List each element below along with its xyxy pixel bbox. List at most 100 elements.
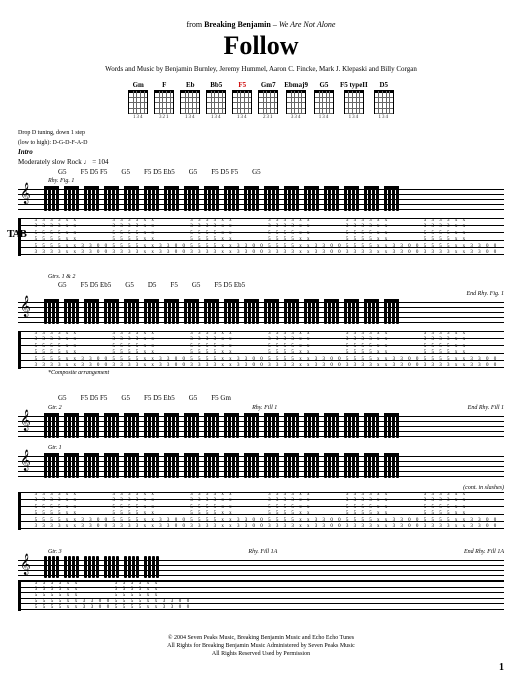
end-rhy-fig-1: End Rhy. Fig. 1: [48, 291, 504, 297]
page-number: 1: [18, 662, 504, 673]
rhy-fill-1a-end: End Rhy. Fill 1A: [464, 549, 504, 555]
notation-staff-3b: 𝄞: [18, 452, 504, 482]
tab-staff-2: 335553335553335553335553xxxxxxxxxxxx3333…: [18, 331, 504, 369]
fretboard-icon: 134: [206, 90, 226, 114]
tab-label: TAB: [7, 228, 26, 240]
notation-staff-4: 𝄞: [18, 556, 504, 578]
copyright-line-2: All Rights for Breaking Benjamin Music A…: [18, 643, 504, 651]
chord-diagram: Ebmaj9334: [284, 81, 308, 114]
chord-diagram: Gm7231: [258, 81, 278, 114]
tab-numbers-4: 335553335553335553335553xxxxxxxxxxxx3333…: [33, 581, 500, 611]
from-prefix: from: [187, 20, 203, 29]
chord-diagram: Gm134: [128, 81, 148, 114]
rhy-markers-4: Gtr. 3 Rhy. Fill 1A End Rhy. Fill 1A: [18, 548, 504, 556]
gtr3-lbl: Gtr. 3: [48, 549, 62, 555]
chord-symbol: G5: [252, 168, 261, 176]
chord-name: Ebmaj9: [284, 81, 308, 89]
chord-diagram: Bb5134: [206, 81, 226, 114]
chord-diagram: F5 typeII134: [340, 81, 368, 114]
fingering: 134: [129, 115, 147, 120]
chord-symbol: G5: [192, 281, 201, 289]
cont-slashes: (cont. in slashes): [48, 485, 504, 491]
chord-symbol: G5: [189, 168, 198, 176]
rhy-fill-1-end: End Rhy. Fill 1: [468, 405, 504, 411]
tab-numbers-3: 335553335553335553335553xxxxxxxxxxxx3333…: [33, 492, 500, 530]
chord-name: D5: [379, 81, 388, 89]
chord-name: Eb: [186, 81, 195, 89]
song-title: Follow: [18, 31, 504, 61]
chord-symbol: G5: [121, 168, 130, 176]
copyright-line-1: © 2004 Seven Peaks Music, Breaking Benja…: [18, 635, 504, 643]
album-name: We Are Not Alone: [279, 20, 336, 29]
tab-staff-3: 335553335553335553335553xxxxxxxxxxxx3333…: [18, 492, 504, 530]
gtr1-lbl: Gtr. 1: [48, 445, 504, 451]
tab-staff-1: TAB 335553335553335553335553xxxxxxxxxxxx…: [18, 218, 504, 256]
chord-symbol: G5: [189, 394, 198, 402]
fingering: 134: [207, 115, 225, 120]
chord-symbol: G5: [58, 168, 67, 176]
rhy-fill-1-start: Rhy. Fill 1: [252, 405, 277, 411]
chord-diagram: Eb134: [180, 81, 200, 114]
fretboard-icon: 134: [128, 90, 148, 114]
chord-symbol: F5 D5 Eb5: [144, 168, 175, 176]
copyright-footer: © 2004 Seven Peaks Music, Breaking Benja…: [18, 635, 504, 658]
gtrs-label: Gtrs. 1 & 2: [48, 274, 504, 280]
chord-line-2: G5F5 D5 Eb5G5D5F5G5F5 D5 Eb5: [18, 281, 504, 289]
fingering: 134: [181, 115, 199, 120]
copyright-line-3: All Rights Reserved Used by Permission: [18, 651, 504, 659]
fretboard-icon: 134: [374, 90, 394, 114]
section-intro: Intro: [18, 148, 504, 156]
chord-name: Gm: [133, 81, 144, 89]
chord-line-1: G5 F5 D5 F5 G5 F5 D5 Eb5 G5 F5 D5 F5 G5: [18, 168, 504, 176]
chord-name: F5: [238, 81, 246, 89]
notation-staff-3: 𝄞: [18, 412, 504, 442]
fretboard-icon: 134: [344, 90, 364, 114]
rhy-markers-3: Gtr. 2 Rhy. Fill 1 End Rhy. Fill 1: [18, 404, 504, 412]
fretboard-icon: 321: [154, 90, 174, 114]
fingering: 321: [155, 115, 173, 120]
chord-symbol: F5 D5 F5: [211, 168, 238, 176]
tab-staff-4: 335553335553335553335553xxxxxxxxxxxx3333…: [18, 581, 504, 611]
fingering: 134: [315, 115, 333, 120]
fingering: 134: [375, 115, 393, 120]
system-2: Gtrs. 1 & 2 G5F5 D5 Eb5G5D5F5G5F5 D5 Eb5…: [18, 274, 504, 376]
chord-diagram: F5134: [232, 81, 252, 114]
chord-symbol: F5 D5 Eb5: [214, 281, 245, 289]
system-4: Gtr. 3 Rhy. Fill 1A End Rhy. Fill 1A 𝄞 3…: [18, 548, 504, 611]
chord-symbol: F5 Gm: [211, 394, 231, 402]
chord-symbol: G5: [58, 281, 67, 289]
chord-line-3: G5 F5 D5 F5 G5 F5 D5 Eb5 G5 F5 Gm: [18, 394, 504, 402]
fingering: 231: [259, 115, 277, 120]
chord-name: F: [162, 81, 166, 89]
tuning-detail: (low to high): D-G-D-F-A-D: [18, 140, 504, 146]
songwriter-credits: Words and Music by Benjamin Burnley, Jer…: [18, 65, 504, 73]
system-1: G5 F5 D5 F5 G5 F5 D5 Eb5 G5 F5 D5 F5 G5 Rhy. F…: [18, 168, 504, 256]
header-from-line: from Breaking Benjamin – We Are Not Alon…: [18, 20, 504, 29]
chord-symbol: F5 D5 F5: [81, 168, 108, 176]
notation-staff-2: 𝄞: [18, 298, 504, 328]
chord-symbol: F5 D5 Eb5: [144, 394, 175, 402]
chord-name: Bb5: [210, 81, 222, 89]
fretboard-icon: 231: [258, 90, 278, 114]
chord-symbol: G5: [125, 281, 134, 289]
rhy-fill-1a-start: Rhy. Fill 1A: [248, 549, 277, 555]
rhy-fig-1-label: Rhy. Fig. 1: [48, 178, 504, 184]
chord-diagram: G5134: [314, 81, 334, 114]
chord-name: Gm7: [261, 81, 276, 89]
gtr2-lbl: Gtr. 2: [48, 405, 62, 411]
composite-note: *Composite arrangement: [48, 370, 504, 376]
chord-name: G5: [319, 81, 328, 89]
fretboard-icon: 334: [286, 90, 306, 114]
tab-numbers-2: 335553335553335553335553xxxxxxxxxxxx3333…: [33, 331, 500, 369]
fingering: 134: [345, 115, 363, 120]
fingering: 134: [233, 115, 251, 120]
fretboard-icon: 134: [180, 90, 200, 114]
chord-symbol: F5 D5 Eb5: [81, 281, 112, 289]
chord-symbol: F5 D5 F5: [81, 394, 108, 402]
fretboard-icon: 134: [314, 90, 334, 114]
fretboard-icon: 134: [232, 90, 252, 114]
chord-symbol: G5: [58, 394, 67, 402]
chord-symbol: G5: [121, 394, 130, 402]
chord-diagram-row: Gm134F321Eb134Bb5134F5134Gm7231Ebmaj9334…: [18, 81, 504, 114]
chord-diagram: D5134: [374, 81, 394, 114]
